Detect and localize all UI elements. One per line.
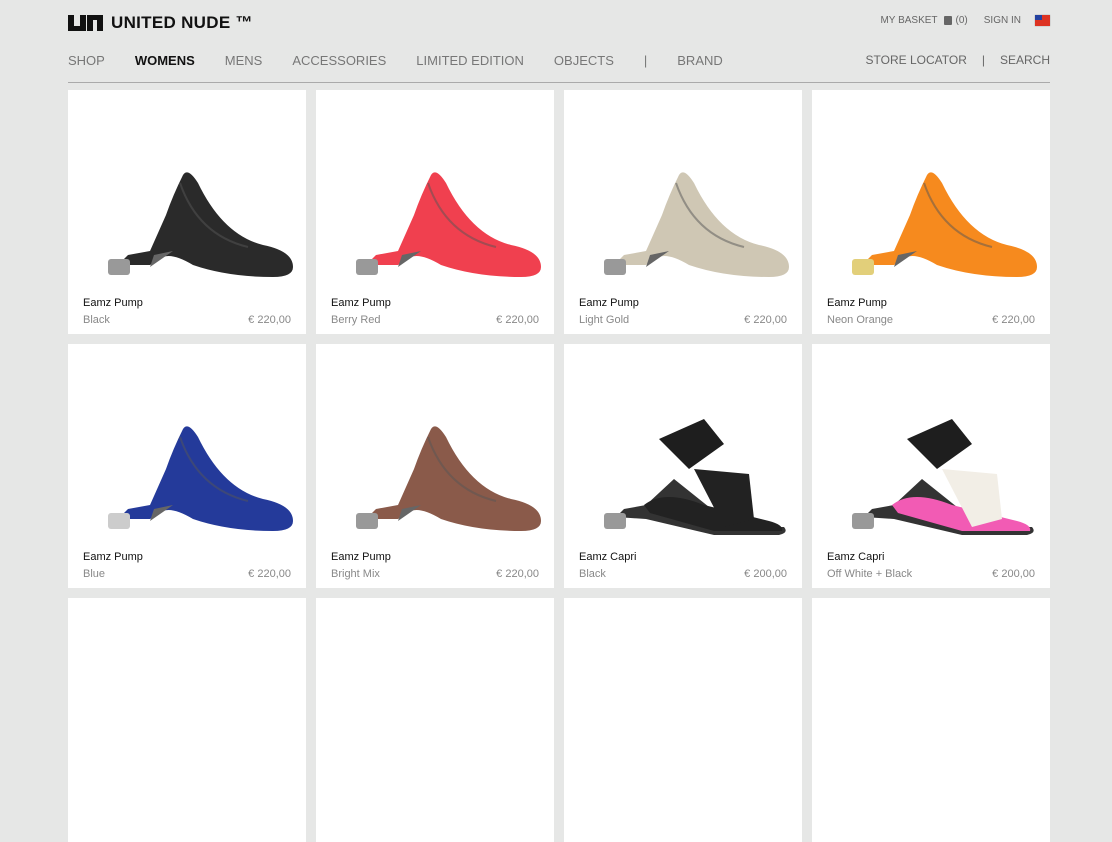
shoe-image[interactable] (336, 409, 546, 549)
product-price: € 220,00 (496, 568, 539, 580)
shoe-image[interactable] (832, 409, 1042, 549)
shoe-image[interactable] (584, 409, 794, 549)
product-card[interactable]: Eamz Pump Bright Mix € 220,00 (316, 344, 554, 588)
product-price: € 220,00 (496, 314, 539, 326)
my-basket-link[interactable]: MY BASKET (880, 15, 937, 26)
product-card[interactable]: Eamz Capri Off White + Black € 200,00 (812, 344, 1050, 588)
product-grid: Eamz Pump Black € 220,00 Eamz Pump Berry… (68, 90, 1050, 842)
product-name[interactable]: Eamz Pump (579, 297, 639, 309)
search-link[interactable]: SEARCH (1000, 53, 1050, 67)
product-price: € 220,00 (248, 314, 291, 326)
product-color: Neon Orange (827, 314, 894, 326)
product-name[interactable]: Eamz Pump (827, 297, 887, 309)
product-card[interactable]: Eamz Pump Berry Red € 220,00 (316, 90, 554, 334)
brand-name: UNITED NUDE ™ (111, 13, 253, 32)
product-name[interactable]: Eamz Pump (83, 551, 143, 563)
basket-icon[interactable] (943, 16, 952, 25)
product-card[interactable] (564, 598, 802, 842)
product-card[interactable] (316, 598, 554, 842)
nav-accessories[interactable]: ACCESSORIES (292, 53, 386, 68)
product-color: Blue (83, 568, 106, 580)
product-card[interactable] (812, 598, 1050, 842)
product-price: € 220,00 (992, 314, 1035, 326)
product-name[interactable]: Eamz Capri (827, 551, 884, 563)
nav-brand[interactable]: BRAND (677, 53, 723, 68)
shoe-image[interactable] (584, 155, 794, 295)
product-card[interactable] (68, 598, 306, 842)
shoe-image[interactable] (336, 155, 546, 295)
shoe-image[interactable] (88, 409, 298, 549)
product-name[interactable]: Eamz Pump (331, 551, 391, 563)
main-nav: SHOP WOMENS MENS ACCESSORIES LIMITED EDI… (68, 53, 753, 68)
product-card[interactable]: Eamz Pump Light Gold € 220,00 (564, 90, 802, 334)
product-color: Black (579, 568, 606, 580)
header-divider (68, 82, 1050, 83)
sign-in-link[interactable]: SIGN IN (984, 15, 1021, 26)
nav-womens[interactable]: WOMENS (135, 53, 195, 68)
product-card[interactable]: Eamz Pump Black € 220,00 (68, 90, 306, 334)
product-card[interactable]: Eamz Capri Black € 200,00 (564, 344, 802, 588)
shoe-image[interactable] (88, 155, 298, 295)
product-price: € 220,00 (744, 314, 787, 326)
nav-right-separator: | (981, 53, 985, 67)
nav-objects[interactable]: OBJECTS (554, 53, 614, 68)
country-flag-icon[interactable] (1035, 15, 1050, 26)
product-price: € 200,00 (744, 568, 787, 580)
un-logo-icon (68, 15, 103, 31)
product-price: € 220,00 (248, 568, 291, 580)
store-locator-link[interactable]: STORE LOCATOR (866, 53, 967, 67)
product-color: Bright Mix (331, 568, 380, 580)
product-name[interactable]: Eamz Capri (579, 551, 636, 563)
product-name[interactable]: Eamz Pump (331, 297, 391, 309)
product-color: Off White + Black (827, 568, 913, 580)
product-card[interactable]: Eamz Pump Neon Orange € 220,00 (812, 90, 1050, 334)
nav-mens[interactable]: MENS (225, 53, 263, 68)
nav-separator: | (643, 53, 648, 68)
product-color: Light Gold (579, 314, 630, 326)
product-color: Berry Red (331, 314, 381, 326)
product-color: Black (83, 314, 110, 326)
nav-limited-edition[interactable]: LIMITED EDITION (416, 53, 524, 68)
nav-shop[interactable]: SHOP (68, 53, 105, 68)
shoe-image[interactable] (832, 155, 1042, 295)
product-card[interactable]: Eamz Pump Blue € 220,00 (68, 344, 306, 588)
product-price: € 200,00 (992, 568, 1035, 580)
product-name[interactable]: Eamz Pump (83, 297, 143, 309)
basket-count: (0) (955, 15, 968, 26)
brand-logo[interactable]: UNITED NUDE ™ (68, 13, 253, 33)
